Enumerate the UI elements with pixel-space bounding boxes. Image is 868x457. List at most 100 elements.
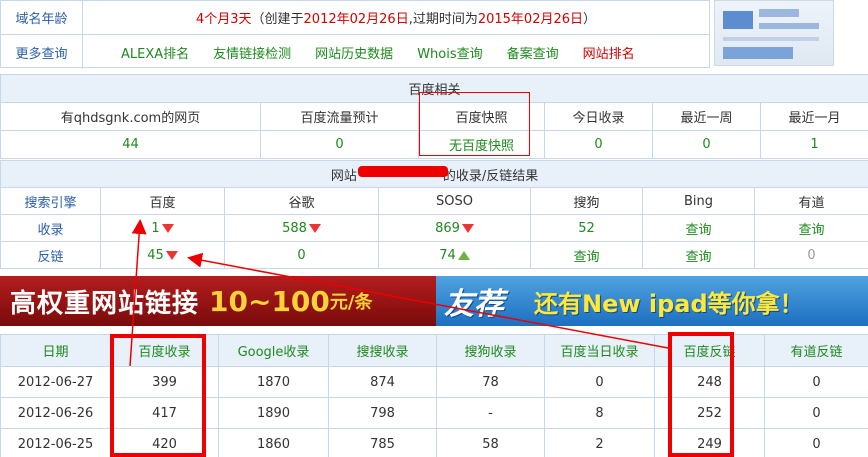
table-cell: 0: [544, 366, 655, 398]
ad-price-range: 10~100: [209, 284, 330, 318]
table-cell: 874: [328, 366, 437, 398]
domain-age-label: 域名年龄: [1, 1, 83, 34]
domain-info-panel: 域名年龄 4个月3天 （创建于 2012年02月26日 ,过期时间为 2015年…: [0, 0, 710, 69]
table-cell: 785: [328, 428, 437, 457]
today-indexed-header: 今日收录: [544, 102, 653, 131]
soso-indexed-cell[interactable]: 869: [378, 214, 531, 242]
backlink-row: 反链 45 0 74 查询 查询 0: [0, 241, 868, 269]
down-arrow-icon: [461, 223, 474, 233]
sogou-indexed-value[interactable]: 52: [530, 214, 643, 242]
domain-age-row: 域名年龄 4个月3天 （创建于 2012年02月26日 ,过期时间为 2015年…: [1, 1, 709, 35]
table-cell: 2012-06-27: [0, 366, 111, 398]
age-detail-1: （创建于: [251, 12, 304, 27]
google-index-header: Google收录: [218, 334, 329, 367]
age-detail-2: ,过期时间为: [408, 12, 478, 27]
title-prefix: 网站: [330, 168, 357, 184]
bing-backlink-query-link[interactable]: 查询: [642, 241, 755, 269]
domain-age-value: 4个月3天 （创建于 2012年02月26日 ,过期时间为 2015年02月26…: [83, 1, 709, 34]
created-date: 2012年02月26日: [303, 12, 409, 27]
history-data-link[interactable]: 网站历史数据: [315, 43, 393, 62]
youdao-header: 有道: [753, 187, 868, 215]
baidu-backlink-cell[interactable]: 45: [100, 241, 225, 269]
more-queries-row: 更多查询 ALEXA排名 友情链接检测 网站历史数据 Whois查询 备案查询 …: [1, 35, 709, 69]
whois-link[interactable]: Whois查询: [417, 43, 482, 62]
table-cell: 1860: [218, 428, 329, 457]
baidu-daily-index-header: 百度当日收录: [544, 334, 655, 367]
last-week-value: 0: [652, 130, 761, 159]
bing-header: Bing: [642, 187, 755, 215]
title-suffix: 的收录/反链结果: [442, 168, 539, 184]
baidu-header: 百度: [100, 187, 225, 215]
table-cell: 2: [544, 428, 655, 457]
youdao-indexed-query-link[interactable]: 查询: [753, 214, 868, 242]
baidu-pages-header: 有qhdsgnk.com的网页: [0, 102, 261, 131]
sogou-header: 搜狗: [530, 187, 643, 215]
baidu-traffic-header: 百度流量预计: [260, 102, 419, 131]
beian-link[interactable]: 备案查询: [507, 43, 559, 62]
site-thumbnail[interactable]: [714, 0, 834, 66]
down-arrow-icon: [165, 250, 178, 260]
last-month-header: 最近一月: [759, 102, 868, 131]
youjian-logo: 友荐: [444, 287, 504, 322]
google-indexed-value: 588: [282, 220, 307, 236]
age-detail-3: ）: [583, 12, 597, 27]
down-arrow-icon: [308, 223, 321, 233]
engine-header: 搜索引擎: [0, 187, 101, 215]
more-queries-label: 更多查询: [1, 35, 83, 69]
expire-date: 2015年02月26日: [477, 12, 584, 27]
snapshot-highlight-box: [419, 92, 530, 156]
table-cell: 0: [764, 397, 868, 429]
ad-headline: 高权重网站链接: [10, 288, 200, 319]
date-header: 日期: [0, 334, 111, 367]
today-indexed-value: 0: [544, 130, 653, 159]
site-rank-link[interactable]: 网站排名: [583, 43, 635, 62]
table-cell: 0: [764, 366, 868, 398]
table-cell: 2012-06-25: [0, 428, 111, 457]
ad-banner[interactable]: 高权重网站链接 10~100 元/条 友荐 还有New ipad等你拿！: [0, 276, 868, 326]
last-week-header: 最近一周: [652, 102, 761, 131]
last-month-value: 1: [759, 130, 868, 159]
baidu-traffic-value: 0: [260, 130, 419, 159]
sogou-index-header: 搜狗收录: [436, 334, 545, 367]
baidu-indexed-value: 1: [151, 220, 160, 236]
friend-link-check-link[interactable]: 友情链接检测: [213, 43, 291, 62]
ad-banner-right[interactable]: 友荐 还有New ipad等你拿！: [436, 276, 868, 326]
bing-indexed-query-link[interactable]: 查询: [642, 214, 755, 242]
indexed-label: 收录: [0, 214, 101, 242]
sogou-backlink-query-link[interactable]: 查询: [530, 241, 643, 269]
table-cell: 8: [544, 397, 655, 429]
baidu-backlink-value: 45: [147, 247, 164, 263]
baidu-pages-value[interactable]: 44: [0, 130, 261, 159]
baidu-index-highlight-box: [110, 334, 206, 457]
table-cell: 78: [436, 366, 545, 398]
down-arrow-icon: [161, 223, 174, 233]
google-indexed-cell[interactable]: 588: [224, 214, 379, 242]
google-header: 谷歌: [224, 187, 379, 215]
table-cell: 58: [436, 428, 545, 457]
table-cell: -: [436, 397, 545, 429]
baidu-backlink-highlight-box: [668, 332, 734, 457]
table-cell: 0: [764, 428, 868, 457]
domain-age: 4个月3天: [195, 12, 252, 27]
google-backlink-value[interactable]: 0: [224, 241, 379, 269]
soso-backlink-value: 74: [439, 247, 456, 263]
table-cell: 798: [328, 397, 437, 429]
soso-indexed-value: 869: [435, 220, 460, 236]
table-cell: 1870: [218, 366, 329, 398]
alexa-link[interactable]: ALEXA排名: [121, 43, 189, 62]
indexed-row: 收录 1 588 869 52 查询 查询: [0, 214, 868, 242]
youdao-backlink-value: 0: [753, 241, 868, 269]
table-cell: 1890: [218, 397, 329, 429]
youdao-backlink-header: 有道反链: [764, 334, 868, 367]
ad-promo-text: 还有New ipad等你拿！: [534, 289, 804, 318]
more-queries-links: ALEXA排名 友情链接检测 网站历史数据 Whois查询 备案查询 网站排名: [83, 35, 709, 69]
redaction-mark: [358, 166, 448, 177]
up-arrow-icon: [457, 250, 470, 260]
soso-index-header: 搜搜收录: [328, 334, 437, 367]
table-cell: 2012-06-26: [0, 397, 111, 429]
soso-header: SOSO: [378, 187, 531, 215]
baidu-indexed-cell[interactable]: 1: [100, 214, 225, 242]
backlink-label: 反链: [0, 241, 101, 269]
ad-banner-left[interactable]: 高权重网站链接 10~100 元/条: [0, 276, 436, 326]
soso-backlink-cell[interactable]: 74: [378, 241, 531, 269]
